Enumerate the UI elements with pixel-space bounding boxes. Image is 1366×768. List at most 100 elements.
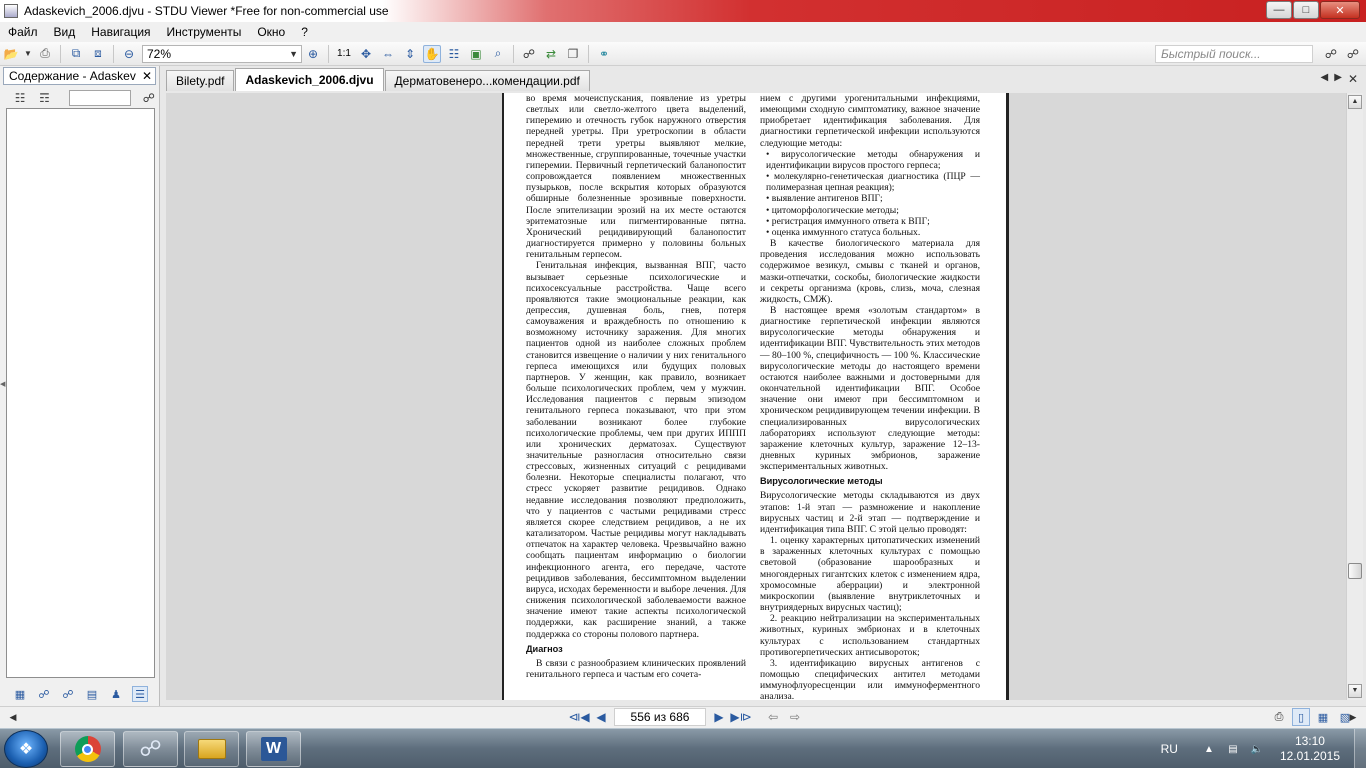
maximize-button[interactable]: □ bbox=[1293, 1, 1319, 19]
document-tabs: Bilety.pdf Adaskevich_2006.djvu Дерматов… bbox=[166, 68, 591, 91]
clock-time: 13:10 bbox=[1294, 734, 1325, 748]
quick-search-input[interactable]: Быстрый поиск... bbox=[1155, 45, 1313, 63]
show-desktop-button[interactable] bbox=[1354, 729, 1366, 768]
two-page-view-icon[interactable]: ▦ bbox=[1314, 708, 1332, 726]
open-dropdown-icon[interactable]: ▼ bbox=[24, 45, 32, 63]
refresh-globe-icon[interactable]: ⚭ bbox=[595, 45, 613, 63]
tab-next-icon[interactable]: ▶ bbox=[1334, 72, 1342, 86]
paragraph: 1. оценку характерных цитопатических изм… bbox=[760, 535, 980, 614]
document-viewer[interactable]: во время мочеиспускания, появление из ур… bbox=[166, 93, 1346, 700]
contents-tools: ☷ ☶ ☍ bbox=[0, 86, 159, 110]
volume-icon[interactable]: 🔈 bbox=[1250, 742, 1264, 756]
scroll-up-icon[interactable]: ▲ bbox=[1348, 95, 1362, 109]
select-text-icon[interactable]: ☷ bbox=[445, 45, 463, 63]
bookmarks-tab-icon[interactable]: ☍ bbox=[60, 686, 76, 702]
prev-page-icon[interactable]: ◀ bbox=[592, 708, 610, 726]
menu-view[interactable]: Вид bbox=[46, 25, 84, 39]
open-folder-icon[interactable]: 📂 bbox=[2, 45, 20, 63]
toolbar-separator bbox=[328, 44, 329, 63]
paragraph: В настоящее время «золотым стандартом» в… bbox=[760, 304, 980, 473]
contents-tree[interactable] bbox=[6, 108, 155, 678]
scroll-thumb[interactable] bbox=[1348, 563, 1362, 579]
toolbar: 📂 ▼ ⎙ ⧉ ⧈ ⊖ 72% ▼ ⊕ 1:1 ✥ ⇔ ⇕ ✋ ☷ ▣ ⌕ ☍ … bbox=[0, 42, 1366, 66]
taskbar-word[interactable]: W bbox=[246, 731, 301, 767]
clock[interactable]: 13:10 12.01.2015 bbox=[1280, 734, 1340, 764]
tray-arrow-icon[interactable]: ▲ bbox=[1202, 742, 1216, 756]
collapse-all-icon[interactable]: ☶ bbox=[36, 89, 52, 107]
panel-splitter-arrow-icon[interactable]: ◀ bbox=[0, 380, 5, 388]
pages-tab-icon[interactable]: ▤ bbox=[84, 686, 100, 702]
chevron-down-icon: ▼ bbox=[289, 48, 298, 59]
expand-all-icon[interactable]: ☷ bbox=[12, 89, 28, 107]
chrome-icon bbox=[74, 736, 101, 762]
print-icon[interactable]: ⎙ bbox=[36, 45, 54, 63]
search-next-icon[interactable]: ☍ bbox=[1344, 45, 1362, 63]
tab-close-icon[interactable]: ✕ bbox=[1348, 72, 1358, 86]
list-item: регистрация иммунного ответа к ВПГ; bbox=[766, 216, 980, 227]
start-button[interactable]: ❖ bbox=[4, 730, 48, 768]
taskbar-explorer[interactable] bbox=[184, 731, 239, 767]
page-number-input[interactable]: 556 из 686 bbox=[614, 708, 706, 726]
find-replace-icon[interactable]: ⇄ bbox=[542, 45, 560, 63]
menu-file[interactable]: Файл bbox=[0, 25, 46, 39]
zoom-area-icon[interactable]: ⌕ bbox=[489, 45, 507, 63]
tab-bilety[interactable]: Bilety.pdf bbox=[166, 70, 235, 91]
actual-size-button[interactable]: 1:1 bbox=[335, 45, 353, 63]
last-page-icon[interactable]: ▶⧐ bbox=[730, 708, 751, 726]
contents-search-input[interactable] bbox=[68, 90, 131, 106]
tab-adaskevich[interactable]: Adaskevich_2006.djvu bbox=[235, 68, 384, 91]
close-button[interactable]: ✕ bbox=[1320, 1, 1360, 19]
thumbnails-tab-icon[interactable]: ▦ bbox=[12, 686, 28, 702]
view-mode-buttons: ⎙ ▯ ▦ ▧ bbox=[1270, 708, 1354, 726]
menu-navigation[interactable]: Навигация bbox=[83, 25, 158, 39]
fit-page-icon[interactable]: ✥ bbox=[357, 45, 375, 63]
user-tab-icon[interactable]: ♟ bbox=[108, 686, 124, 702]
history-back-icon[interactable]: ⇦ bbox=[764, 708, 782, 726]
zoom-out-icon[interactable]: ⊖ bbox=[120, 45, 138, 63]
minimize-button[interactable]: — bbox=[1266, 1, 1292, 19]
toolbar-separator bbox=[60, 44, 61, 63]
tab-prev-icon[interactable]: ◀ bbox=[1321, 72, 1329, 86]
export-icon[interactable]: ⧈ bbox=[89, 45, 107, 63]
first-page-icon[interactable]: ⧏◀ bbox=[568, 708, 589, 726]
maximize-icon: □ bbox=[1302, 4, 1310, 16]
menu-tools[interactable]: Инструменты bbox=[159, 25, 250, 39]
paragraph: В качестве биологического материала для … bbox=[760, 238, 980, 305]
contents-search-icon[interactable]: ☍ bbox=[141, 89, 157, 107]
search-tab-icon[interactable]: ☍ bbox=[36, 686, 52, 702]
search-prev-icon[interactable]: ☍ bbox=[1322, 45, 1340, 63]
paragraph: 3. идентификацию вирусных антигенов с по… bbox=[760, 657, 980, 700]
menu-help[interactable]: ? bbox=[293, 25, 316, 39]
fit-width-icon[interactable]: ⇔ bbox=[379, 45, 397, 63]
zoom-select[interactable]: 72% ▼ bbox=[142, 44, 302, 63]
hand-tool-icon[interactable]: ✋ bbox=[423, 44, 441, 63]
menu-window[interactable]: Окно bbox=[249, 25, 293, 39]
list-item: цитоморфологические методы; bbox=[766, 205, 980, 216]
network-icon[interactable]: ▤ bbox=[1226, 742, 1240, 756]
find-icon[interactable]: ☍ bbox=[520, 45, 538, 63]
copy-page-icon[interactable]: ⧉ bbox=[67, 45, 85, 63]
scroll-down-icon[interactable]: ▼ bbox=[1348, 684, 1362, 698]
history-forward-icon[interactable]: ⇨ bbox=[786, 708, 804, 726]
select-image-icon[interactable]: ▣ bbox=[467, 45, 485, 63]
zoom-in-icon[interactable]: ⊕ bbox=[304, 45, 322, 63]
vertical-scrollbar[interactable]: ▲ ▼ bbox=[1346, 93, 1363, 700]
menu-bar: Файл Вид Навигация Инструменты Окно ? bbox=[0, 22, 1366, 42]
next-page-icon[interactable]: ▶ bbox=[710, 708, 728, 726]
scroll-left-icon[interactable]: ◀ bbox=[6, 709, 20, 725]
tab-dermatovenero[interactable]: Дерматовенеро...комендации.pdf bbox=[384, 70, 590, 91]
toolbar-separator bbox=[588, 44, 589, 63]
taskbar-chrome[interactable] bbox=[60, 731, 115, 767]
copy-icon[interactable]: ❐ bbox=[564, 45, 582, 63]
list-item: выявление антигенов ВПГ; bbox=[766, 193, 980, 204]
taskbar-search-app[interactable]: ☍ bbox=[123, 731, 178, 767]
close-panel-icon[interactable]: ✕ bbox=[142, 68, 152, 84]
single-page-view-icon[interactable]: ▯ bbox=[1292, 708, 1310, 726]
language-indicator[interactable]: RU bbox=[1161, 742, 1178, 756]
continuous-view-icon[interactable]: ▧ bbox=[1336, 708, 1354, 726]
contents-tab-icon[interactable]: ☰ bbox=[132, 686, 148, 702]
screenshot-icon[interactable]: ⎙ bbox=[1270, 708, 1288, 726]
fit-visible-icon[interactable]: ⇕ bbox=[401, 45, 419, 63]
close-icon: ✕ bbox=[1335, 4, 1345, 17]
window-controls: — □ ✕ bbox=[1266, 1, 1360, 19]
